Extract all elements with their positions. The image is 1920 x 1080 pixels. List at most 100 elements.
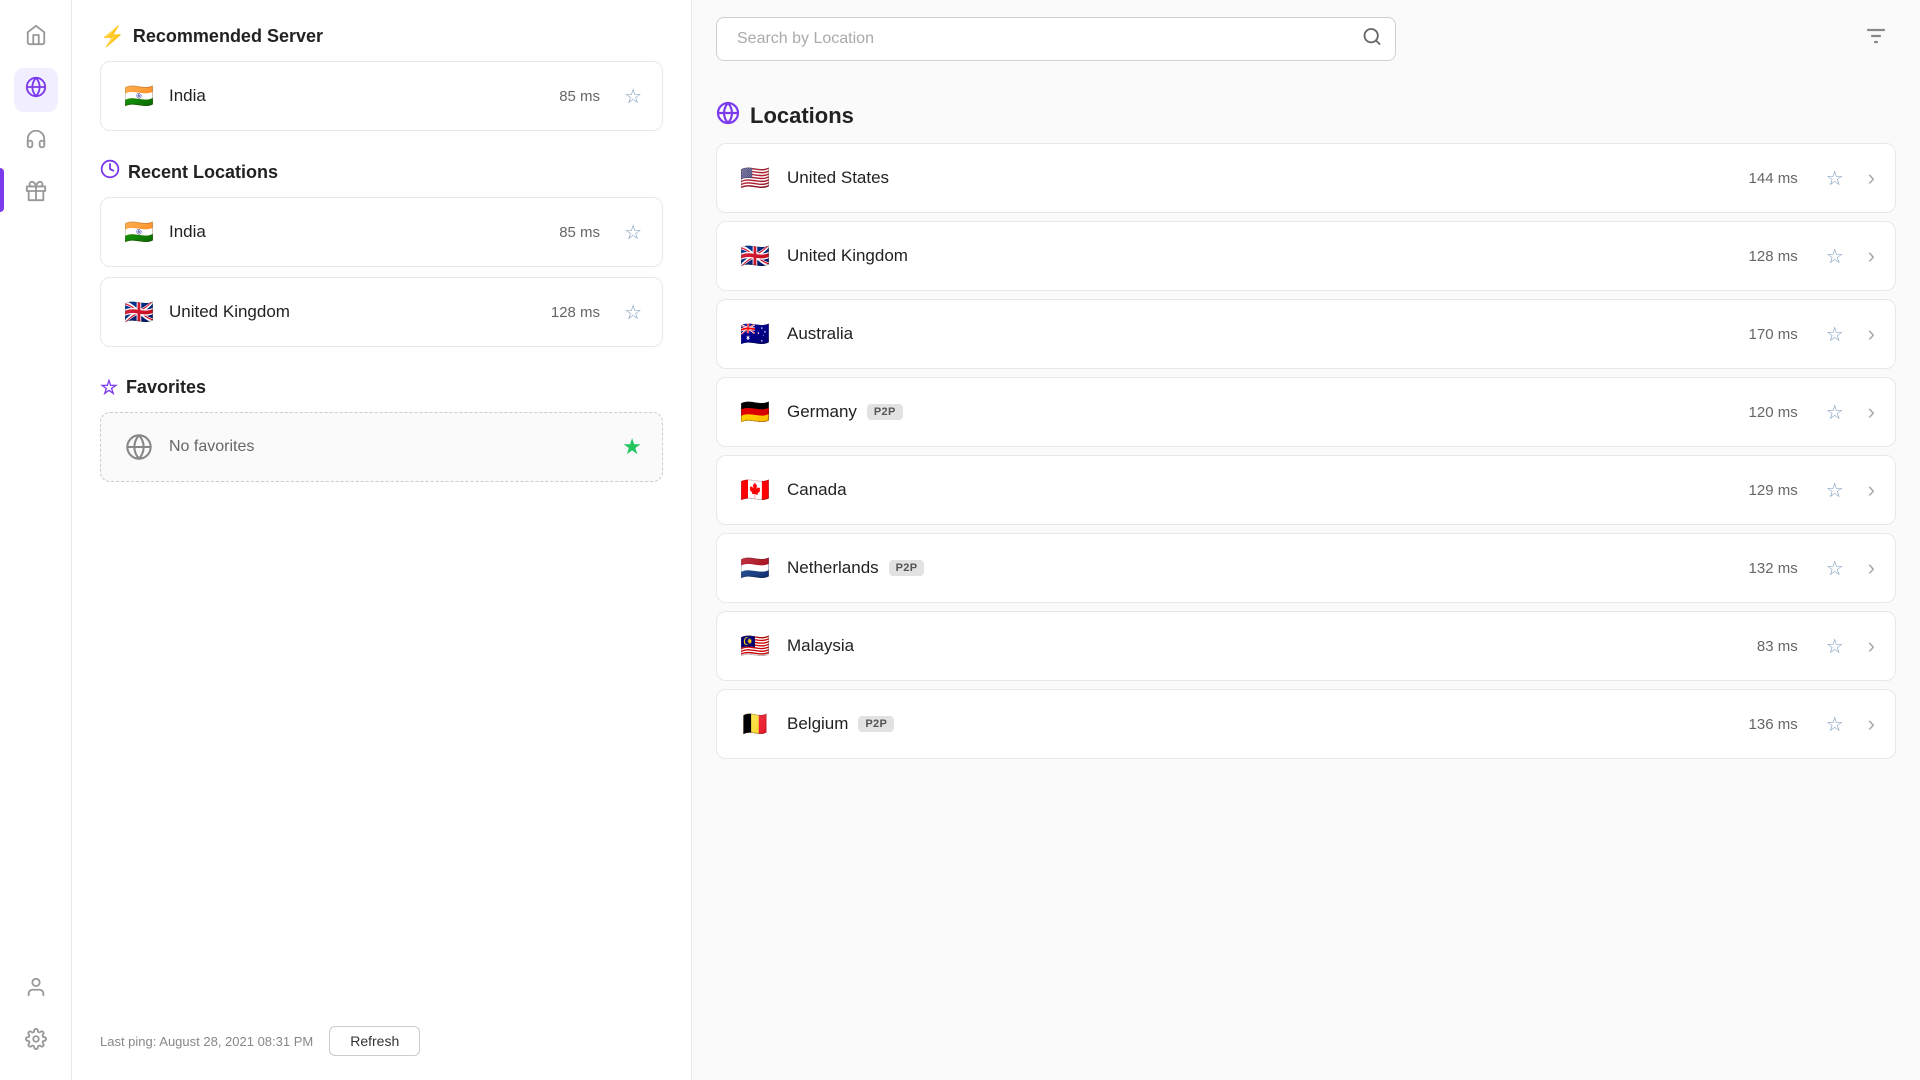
recent-india-star[interactable]: ☆ (624, 220, 642, 245)
p2p-badge-3: P2P (867, 404, 903, 420)
location-list: 🇺🇸 United States 144 ms ☆ › 🇬🇧 United Ki… (716, 143, 1896, 759)
location-star-2[interactable]: ☆ (1826, 322, 1844, 347)
filter-icon (1864, 35, 1888, 52)
location-star-3[interactable]: ☆ (1826, 400, 1844, 425)
location-chevron-4: › (1868, 477, 1875, 503)
location-ping-1: 128 ms (1749, 248, 1798, 265)
sidebar-item-gifts[interactable] (14, 172, 58, 216)
flag-2: 🇦🇺 (737, 316, 773, 352)
favorites-section: ☆ Favorites No favorites ★ (100, 375, 663, 482)
globe-fav-icon (121, 429, 157, 465)
recent-india-ping: 85 ms (559, 224, 600, 241)
flag-4: 🇨🇦 (737, 472, 773, 508)
list-item[interactable]: 🇬🇧 United Kingdom 128 ms ☆ › (716, 221, 1896, 291)
locations-header: Locations (716, 85, 1896, 143)
list-item[interactable]: 🇨🇦 Canada 129 ms ☆ › (716, 455, 1896, 525)
location-chevron-1: › (1868, 243, 1875, 269)
recommended-country-name: India (169, 86, 547, 106)
list-item[interactable]: 🇺🇸 United States 144 ms ☆ › (716, 143, 1896, 213)
location-name-4: Canada (787, 480, 1735, 500)
locations-section-title: Locations (750, 103, 854, 129)
location-chevron-3: › (1868, 399, 1875, 425)
location-name-5: Netherlands P2P (787, 558, 1735, 578)
user-icon (25, 976, 47, 1004)
location-ping-4: 129 ms (1749, 482, 1798, 499)
add-favorite-star[interactable]: ★ (622, 434, 642, 460)
india-flag-recent: 🇮🇳 (121, 214, 157, 250)
search-box (716, 17, 1396, 61)
location-star-7[interactable]: ☆ (1826, 712, 1844, 737)
locations-globe-icon (716, 101, 740, 131)
recommended-server-section: ⚡ Recommended Server 🇮🇳 India 85 ms ☆ (100, 24, 663, 131)
sidebar-item-home[interactable] (14, 16, 58, 60)
recent-locations-section: Recent Locations 🇮🇳 India 85 ms ☆ 🇬🇧 Uni… (100, 159, 663, 347)
settings-icon (25, 1028, 47, 1056)
location-ping-7: 136 ms (1749, 716, 1798, 733)
clock-icon (100, 159, 120, 185)
location-chevron-0: › (1868, 165, 1875, 191)
globe-nav-icon (25, 76, 47, 104)
sidebar-item-support[interactable] (14, 120, 58, 164)
location-name-2: Australia (787, 324, 1735, 344)
location-ping-2: 170 ms (1749, 326, 1798, 343)
last-ping-text: Last ping: August 28, 2021 08:31 PM (100, 1034, 313, 1049)
recommended-server-card[interactable]: 🇮🇳 India 85 ms ☆ (100, 61, 663, 131)
lightning-icon: ⚡ (100, 24, 125, 49)
no-favorites-label: No favorites (169, 438, 610, 456)
sidebar-item-locations[interactable] (14, 68, 58, 112)
sidebar-item-settings[interactable] (14, 1020, 58, 1064)
list-item[interactable]: 🇦🇺 Australia 170 ms ☆ › (716, 299, 1896, 369)
recent-uk-ping: 128 ms (551, 304, 600, 321)
favorites-title: ☆ Favorites (100, 375, 663, 400)
location-star-5[interactable]: ☆ (1826, 556, 1844, 581)
flag-6: 🇲🇾 (737, 628, 773, 664)
search-icon (1362, 30, 1382, 50)
star-outline-icon: ☆ (100, 375, 118, 400)
location-ping-6: 83 ms (1757, 638, 1798, 655)
right-panel: Locations 🇺🇸 United States 144 ms ☆ › 🇬🇧… (692, 0, 1920, 1080)
location-name-3: Germany P2P (787, 402, 1735, 422)
list-item[interactable]: 🇩🇪 Germany P2P 120 ms ☆ › (716, 377, 1896, 447)
list-item[interactable]: 🇧🇪 Belgium P2P 136 ms ☆ › (716, 689, 1896, 759)
headset-icon (25, 128, 47, 156)
location-chevron-6: › (1868, 633, 1875, 659)
recommended-server-title: ⚡ Recommended Server (100, 24, 663, 49)
gift-icon (25, 180, 47, 208)
search-input[interactable] (716, 17, 1396, 61)
home-icon (25, 24, 47, 52)
search-button[interactable] (1362, 26, 1382, 51)
footer-bar: Last ping: August 28, 2021 08:31 PM Refr… (100, 1018, 663, 1056)
location-star-4[interactable]: ☆ (1826, 478, 1844, 503)
list-item[interactable]: 🇲🇾 Malaysia 83 ms ☆ › (716, 611, 1896, 681)
no-favorites-card: No favorites ★ (100, 412, 663, 482)
sidebar-item-account[interactable] (14, 968, 58, 1012)
recent-india-card[interactable]: 🇮🇳 India 85 ms ☆ (100, 197, 663, 267)
location-star-0[interactable]: ☆ (1826, 166, 1844, 191)
location-star-6[interactable]: ☆ (1826, 634, 1844, 659)
location-ping-5: 132 ms (1749, 560, 1798, 577)
flag-3: 🇩🇪 (737, 394, 773, 430)
recent-india-name: India (169, 222, 547, 242)
flag-7: 🇧🇪 (737, 706, 773, 742)
location-chevron-5: › (1868, 555, 1875, 581)
active-indicator (0, 168, 4, 212)
refresh-button[interactable]: Refresh (329, 1026, 420, 1056)
recent-uk-star[interactable]: ☆ (624, 300, 642, 325)
flag-5: 🇳🇱 (737, 550, 773, 586)
flag-0: 🇺🇸 (737, 160, 773, 196)
recommended-ping: 85 ms (559, 88, 600, 105)
right-header (692, 0, 1920, 77)
p2p-badge-5: P2P (889, 560, 925, 576)
recommended-star[interactable]: ☆ (624, 84, 642, 109)
p2p-badge-7: P2P (858, 716, 894, 732)
location-name-6: Malaysia (787, 636, 1743, 656)
recent-uk-card[interactable]: 🇬🇧 United Kingdom 128 ms ☆ (100, 277, 663, 347)
recent-locations-title: Recent Locations (100, 159, 663, 185)
locations-content: Locations 🇺🇸 United States 144 ms ☆ › 🇬🇧… (692, 77, 1920, 1080)
list-item[interactable]: 🇳🇱 Netherlands P2P 132 ms ☆ › (716, 533, 1896, 603)
location-ping-0: 144 ms (1749, 170, 1798, 187)
location-name-1: United Kingdom (787, 246, 1735, 266)
filter-button[interactable] (1856, 16, 1896, 61)
location-star-1[interactable]: ☆ (1826, 244, 1844, 269)
location-name-0: United States (787, 168, 1735, 188)
